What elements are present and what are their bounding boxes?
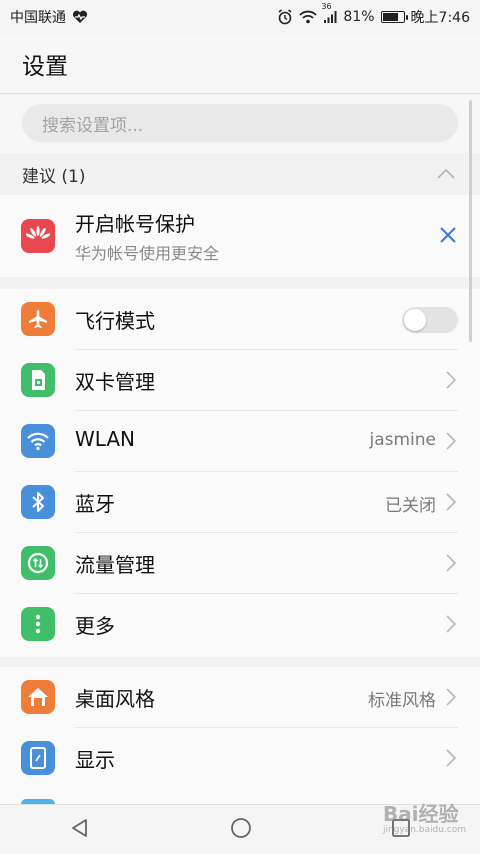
setting-label: 双卡管理 [75,370,155,394]
search-placeholder: 搜索设置项... [42,115,144,136]
chevron-right-icon [446,749,457,771]
carrier-name: 中国联通 [10,10,66,26]
suggestions-heading: 建议 (1) [22,166,86,187]
setting-row-more[interactable]: 更多 [0,594,480,655]
battery-percent: 81% [343,9,375,25]
chevron-right-icon [446,615,457,637]
page-title-bar: 设置 [0,34,480,94]
back-icon[interactable] [69,817,91,843]
watermark: Bai经验 jingyan.baidu.com [383,803,466,835]
toggle-knob [404,309,426,331]
chevron-right-icon [446,371,457,393]
suggestion-subtitle: 华为帐号使用更安全 [75,244,220,263]
setting-value: 标准风格 [368,691,436,711]
home-icon [21,680,55,714]
data-usage-icon [21,546,55,580]
battery-icon [380,11,408,23]
setting-label: 蓝牙 [75,492,115,516]
page-title: 设置 [22,53,68,80]
chevron-right-icon [446,493,457,515]
network-type-label: 36 [321,2,332,11]
sim-card-icon [21,363,55,397]
alarm-icon [277,9,293,25]
setting-label: 流量管理 [75,553,155,577]
suggestions-header[interactable]: 建议 (1) [0,153,480,195]
setting-label: 显示 [75,748,115,772]
heart-health-icon [72,10,88,24]
chevron-up-icon[interactable] [436,165,456,185]
setting-row-home-style[interactable]: 桌面风格 标准风格 [0,667,480,728]
more-vertical-icon [21,607,55,641]
airplane-icon [21,302,55,336]
close-icon[interactable] [438,225,458,249]
clock: 晚上7:46 [410,10,470,26]
setting-row-bluetooth[interactable]: 蓝牙 已关闭 [0,472,480,533]
wifi-icon [21,424,55,458]
home-circle-icon[interactable] [230,817,252,843]
watermark-text: Bai经验 [382,802,459,826]
cell-signal-icon: 36 [321,2,337,24]
bluetooth-icon [21,485,55,519]
settings-group-connectivity: 飞行模式 双卡管理 WLAN jasmine 蓝牙 已关闭 流量管理 更多 [0,289,480,657]
setting-label: WLAN [75,427,136,451]
chevron-right-icon [446,432,457,454]
status-bar: 中国联通 36 81% 晚上7:46 [0,0,480,34]
setting-row-airplane[interactable]: 飞行模式 [0,289,480,350]
setting-value: 已关闭 [385,496,436,516]
search-area: 搜索设置项... [0,95,480,153]
setting-label: 飞行模式 [75,309,155,333]
airplane-mode-toggle[interactable] [402,307,458,333]
chevron-right-icon [446,688,457,710]
huawei-logo-icon [21,219,55,253]
suggestion-card[interactable]: 开启帐号保护 华为帐号使用更安全 [0,195,480,277]
suggestion-title: 开启帐号保护 [75,212,195,236]
setting-value: jasmine [369,430,436,450]
display-icon [21,741,55,775]
setting-row-data-usage[interactable]: 流量管理 [0,533,480,594]
settings-group-display: 桌面风格 标准风格 显示 [0,667,480,804]
watermark-sub: jingyan.baidu.com [382,825,466,835]
search-input[interactable]: 搜索设置项... [22,104,458,142]
setting-label: 更多 [75,614,115,638]
setting-label: 桌面风格 [75,687,155,711]
setting-row-dual-sim[interactable]: 双卡管理 [0,350,480,411]
setting-row-wlan[interactable]: WLAN jasmine [0,411,480,472]
wifi-signal-icon [299,10,318,24]
scrollbar[interactable] [469,100,472,342]
setting-row-display[interactable]: 显示 [0,728,480,789]
chevron-right-icon [446,554,457,576]
